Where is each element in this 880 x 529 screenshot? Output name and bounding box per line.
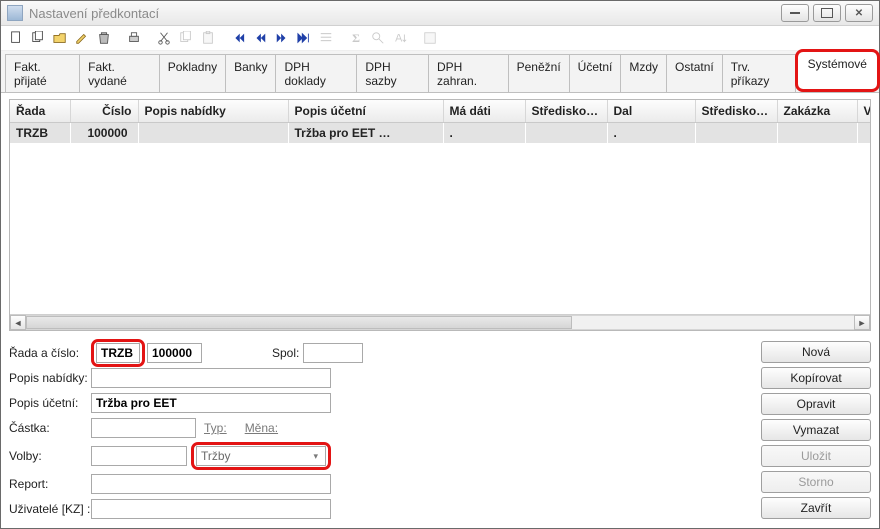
ulozit-button: Uložit	[761, 445, 871, 467]
copy-icon[interactable]	[177, 29, 195, 47]
tab-pokladny[interactable]: Pokladny	[159, 54, 226, 92]
print-icon[interactable]	[125, 29, 143, 47]
search-icon[interactable]	[369, 29, 387, 47]
cut-icon[interactable]	[155, 29, 173, 47]
tab-trv-prikazy[interactable]: Trv. příkazy	[722, 54, 796, 92]
last-icon[interactable]	[295, 29, 313, 47]
tab-fakt-vydane[interactable]: Fakt. vydané	[79, 54, 160, 92]
tabstrip: Fakt. přijaté Fakt. vydané Pokladny Bank…	[1, 51, 879, 93]
close-button[interactable]: ✕	[845, 4, 873, 22]
label-rada-cislo: Řada a číslo:	[9, 346, 91, 360]
nova-button[interactable]: Nová	[761, 341, 871, 363]
label-uzivatele-kz: Uživatelé [KZ] :	[9, 502, 91, 516]
titlebar: Nastavení předkontací ✕	[1, 1, 879, 26]
note-icon[interactable]	[421, 29, 439, 47]
storno-button: Storno	[761, 471, 871, 493]
col-dal[interactable]: Dal	[607, 100, 695, 123]
col-popis-nabidky[interactable]: Popis nabídky	[138, 100, 288, 123]
uzivatele-field[interactable]	[91, 499, 331, 519]
new-doc-icon[interactable]	[7, 29, 25, 47]
volby-combo[interactable]: Tržby ▾	[196, 446, 326, 466]
data-grid[interactable]: Řada Číslo Popis nabídky Popis účetní Má…	[9, 99, 871, 331]
tab-dph-sazby[interactable]: DPH sazby	[356, 54, 429, 92]
edit-icon[interactable]	[73, 29, 91, 47]
label-popis-ucetni: Popis účetní:	[9, 396, 91, 410]
castka-field[interactable]	[91, 418, 196, 438]
list-icon[interactable]	[317, 29, 335, 47]
paste-icon[interactable]	[199, 29, 217, 47]
app-icon	[7, 5, 23, 21]
window-title: Nastavení předkontací	[29, 6, 781, 21]
sort-icon[interactable]	[391, 29, 409, 47]
label-popis-nabidky: Popis nabídky:	[9, 371, 91, 385]
cislo-field[interactable]	[147, 343, 202, 363]
tab-ucetni[interactable]: Účetní	[569, 54, 622, 92]
toolbar: Σ	[1, 26, 879, 51]
next-icon[interactable]	[273, 29, 291, 47]
label-report: Report:	[9, 477, 91, 491]
chevron-down-icon: ▾	[313, 451, 321, 462]
tab-penezni[interactable]: Peněžní	[508, 54, 570, 92]
scroll-left-icon[interactable]: ◄	[10, 315, 26, 330]
scroll-right-icon[interactable]: ►	[854, 315, 870, 330]
tab-ostatni[interactable]: Ostatní	[666, 54, 723, 92]
copy-doc-icon[interactable]	[29, 29, 47, 47]
label-typ[interactable]: Typ:	[204, 421, 227, 435]
col-popis-ucetni[interactable]: Popis účetní	[288, 100, 443, 123]
label-spol: Spol:	[272, 346, 299, 360]
first-icon[interactable]	[229, 29, 247, 47]
volby-combo-value: Tržby	[201, 449, 231, 463]
col-stredisko1[interactable]: Středisko…	[525, 100, 607, 123]
kopirovat-button[interactable]: Kopírovat	[761, 367, 871, 389]
popis-nabidky-field[interactable]	[91, 368, 331, 388]
minimize-button[interactable]	[781, 4, 809, 22]
col-ma-dati[interactable]: Má dáti	[443, 100, 525, 123]
delete-icon[interactable]	[95, 29, 113, 47]
open-icon[interactable]	[51, 29, 69, 47]
col-stredisko2[interactable]: Středisko…	[695, 100, 777, 123]
table-row[interactable]: TRZB 100000 Tržba pro EET … . .	[10, 123, 870, 144]
tab-dph-zahran[interactable]: DPH zahran.	[428, 54, 509, 92]
highlight-rada	[91, 339, 145, 367]
tab-systemove[interactable]: Systémové	[795, 49, 880, 92]
label-mena[interactable]: Měna:	[245, 421, 278, 435]
label-castka: Částka:	[9, 421, 91, 435]
prev-icon[interactable]	[251, 29, 269, 47]
tab-dph-doklady[interactable]: DPH doklady	[275, 54, 357, 92]
zavrit-button[interactable]: Zavřít	[761, 497, 871, 519]
tab-banky[interactable]: Banky	[225, 54, 276, 92]
opravit-button[interactable]: Opravit	[761, 393, 871, 415]
col-rada[interactable]: Řada	[10, 100, 70, 123]
horizontal-scrollbar[interactable]: ◄ ►	[10, 314, 870, 330]
grid-header-row: Řada Číslo Popis nabídky Popis účetní Má…	[10, 100, 870, 123]
col-cislo[interactable]: Číslo	[70, 100, 138, 123]
col-zakazka[interactable]: Zakázka	[777, 100, 857, 123]
volby-field[interactable]	[91, 446, 187, 466]
highlight-volby-combo: Tržby ▾	[191, 442, 331, 470]
label-volby: Volby:	[9, 449, 91, 463]
col-volby[interactable]: Volby	[857, 100, 870, 123]
rada-field[interactable]	[96, 343, 140, 363]
scroll-thumb[interactable]	[26, 316, 572, 329]
maximize-button[interactable]	[813, 4, 841, 22]
tab-fakt-prijate[interactable]: Fakt. přijaté	[5, 54, 80, 92]
popis-ucetni-field[interactable]	[91, 393, 331, 413]
spol-field[interactable]	[303, 343, 363, 363]
sum-icon[interactable]: Σ	[347, 29, 365, 47]
tab-mzdy[interactable]: Mzdy	[620, 54, 667, 92]
vymazat-button[interactable]: Vymazat	[761, 419, 871, 441]
app-window: Nastavení předkontací ✕ Σ Fakt.	[0, 0, 880, 529]
report-field[interactable]	[91, 474, 331, 494]
